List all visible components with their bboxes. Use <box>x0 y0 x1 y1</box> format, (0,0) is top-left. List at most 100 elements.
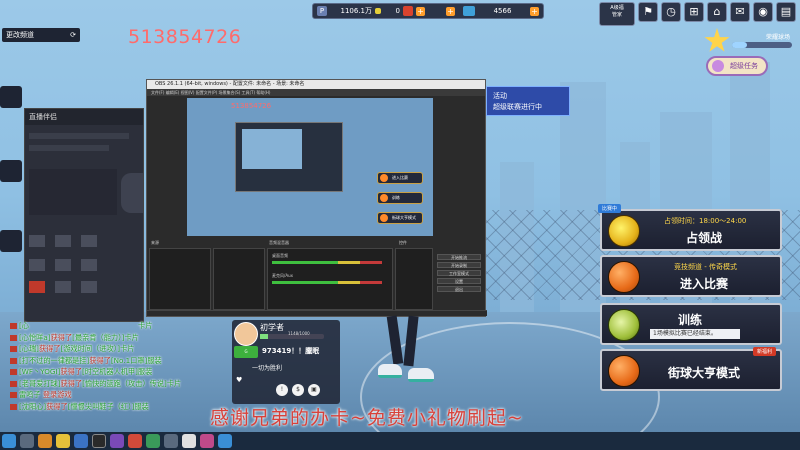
training-note: 1场模拟比赛已经结束。 <box>650 329 740 339</box>
xp-text: 1148/1000 <box>288 331 310 336</box>
event-banner[interactable]: 活动 超级联赛进行中 <box>486 86 570 116</box>
occupation-time: 占领时间：18:00～24:00 <box>664 217 747 225</box>
super-task-button[interactable]: 超级任务 <box>706 56 768 76</box>
taskbar-app-icon[interactable] <box>164 434 178 448</box>
bulb-icon[interactable]: ◉ <box>753 2 773 22</box>
street-tycoon-card[interactable]: 新福利 街球大亨模式 <box>600 347 782 391</box>
side-menu-icon[interactable] <box>0 160 22 182</box>
speaker-icon <box>10 392 17 398</box>
heart-icon <box>712 60 724 72</box>
like-icon[interactable]: ♥ <box>236 376 242 384</box>
tool-icon[interactable] <box>81 281 97 293</box>
start-icon[interactable] <box>2 434 16 448</box>
tool-icon[interactable] <box>81 259 97 271</box>
report-button[interactable]: $ <box>292 384 304 396</box>
side-menu-icon[interactable] <box>0 86 22 108</box>
new-welfare-tag: 新福利 <box>752 347 776 356</box>
add-c-button[interactable]: + <box>416 6 425 16</box>
gold-ball-icon <box>608 215 640 247</box>
taskbar-app-icon[interactable] <box>56 434 70 448</box>
obs-status-bar <box>147 310 487 316</box>
stream-caption: 感谢兄弟的办卡~免费小礼物刷起~ <box>210 407 524 429</box>
windows-taskbar <box>0 432 800 450</box>
currency-r: 4566 + <box>459 4 543 18</box>
enter-match-card[interactable]: 竞技频道 - 传奇模式 进入比赛 <box>600 255 782 297</box>
stats-button[interactable]: ▣ <box>308 384 320 396</box>
add-gem-button[interactable]: + <box>446 6 455 16</box>
chat-line: [心瑞]获得了[游戏时间（进攻）]卡片 <box>10 343 210 355</box>
camera-icon <box>121 173 143 213</box>
tool-icon[interactable] <box>29 235 45 247</box>
mail-icon[interactable]: ✉ <box>730 2 750 22</box>
avatar[interactable] <box>234 322 258 346</box>
tool-icon[interactable] <box>29 259 45 271</box>
player-profile[interactable]: 初学者 1148/1000 G 973419！！臘眠 一切为胜利 ♥ ! $ ▣ <box>232 320 340 404</box>
obs-start-record-button[interactable]: 开始录制 <box>437 262 481 268</box>
player-id: 973419！！臘眠 <box>262 347 320 355</box>
basketball-icon <box>608 355 640 387</box>
obs-start-stream-button[interactable]: 开始推流 <box>437 254 481 260</box>
occupation-war-card[interactable]: 比赛中 占领时间：18:00～24:00 占领战 <box>598 204 782 251</box>
obs-title: OBS 26.1.1 (64-bit, windows) - 配置文件: 未命名… <box>147 80 485 89</box>
butler-button[interactable]: A级福 管家 <box>599 2 635 26</box>
speaker-icon <box>10 346 17 352</box>
speaker-icon <box>10 334 17 341</box>
obs-sources-panel[interactable] <box>213 248 265 310</box>
taskbar-app-icon[interactable] <box>182 434 196 448</box>
r-coin-icon <box>403 6 413 16</box>
taskbar-app-icon[interactable] <box>110 434 124 448</box>
stream-assistant-window[interactable]: 直播伴侣 <box>24 108 144 322</box>
taskbar-app-icon[interactable] <box>38 434 52 448</box>
obs-window[interactable]: OBS 26.1.1 (64-bit, windows) - 配置文件: 未命名… <box>146 79 487 317</box>
taskbar-app-icon[interactable] <box>74 434 88 448</box>
taskbar-app-icon[interactable] <box>20 434 34 448</box>
speaker-icon <box>10 403 17 410</box>
gift-icon[interactable]: ⊞ <box>684 2 704 22</box>
chat-line: [WF丶YOGI]获得了[时空机器人机甲]服装 <box>10 366 210 378</box>
nested-preview-screen <box>242 129 302 169</box>
obs-exit-button[interactable]: 退出 <box>437 286 481 292</box>
mixer-meter <box>272 281 382 284</box>
event-text: 超级联赛进行中 <box>493 103 542 111</box>
chat-line: [老哥爱打球]获得了[愉快的篮跑（攻击）传说]卡片 <box>10 378 210 390</box>
occupation-war-title: 占领战 <box>686 231 723 245</box>
ranking-icon[interactable]: ⚑ <box>638 2 658 22</box>
ticket-icon <box>463 6 475 16</box>
settings-icon[interactable]: ▤ <box>776 2 796 22</box>
obs-mixer-panel[interactable]: 桌面音频 麦克风/Aux <box>267 248 393 310</box>
currency-c-value: 0 <box>395 7 400 15</box>
obs-preview: 513854726 进入比赛 训练 街球大亨模式 <box>187 98 433 236</box>
obs-transitions-panel[interactable] <box>395 248 433 310</box>
obs-studio-mode-button[interactable]: 工作室模式 <box>437 270 481 276</box>
obs-controls-label: 控件 <box>399 240 407 245</box>
alert-button[interactable]: ! <box>276 384 288 396</box>
add-ticket-button[interactable]: + <box>530 6 539 16</box>
mixer-meter <box>272 261 382 264</box>
tool-icon[interactable] <box>81 235 97 247</box>
shop-icon[interactable]: ⌂ <box>707 2 727 22</box>
training-card[interactable]: 训练 1场模拟比赛已经结束。 <box>600 303 782 345</box>
tool-icon[interactable] <box>55 235 71 247</box>
taskbar-app-icon[interactable] <box>128 434 142 448</box>
change-channel-button[interactable]: 更改频道 ⟳ <box>2 28 80 42</box>
taskbar-app-icon[interactable] <box>146 434 160 448</box>
preview-enter-match: 进入比赛 <box>377 172 423 184</box>
clock-icon[interactable]: ◷ <box>661 2 681 22</box>
event-title: 活动 <box>493 92 507 100</box>
currency-empty: + <box>429 4 459 18</box>
taskbar-app-icon[interactable] <box>218 434 232 448</box>
taskbar-app-icon[interactable] <box>92 434 106 448</box>
side-menu-icon[interactable] <box>0 230 22 252</box>
tool-icon[interactable] <box>55 281 71 293</box>
honor-court-panel[interactable]: 荣耀球场 超级任务 <box>702 26 798 84</box>
obs-scenes-panel[interactable] <box>149 248 211 310</box>
chat-line: [心怡咩a]获得了[最亲肯（能力）]卡片 <box>10 332 210 344</box>
obs-settings-button[interactable]: 设置 <box>437 278 481 284</box>
star-icon <box>704 28 730 52</box>
tool-icon[interactable] <box>55 259 71 271</box>
taskbar-app-icon[interactable] <box>200 434 214 448</box>
record-icon[interactable] <box>29 281 45 293</box>
obs-menu[interactable]: 文件(F) 编辑(E) 视图(V) 配置文件(P) 场景集合(S) 工具(T) … <box>147 89 485 96</box>
profile-actions: ! $ ▣ <box>276 384 320 396</box>
currency-r-value: 4566 <box>493 7 512 15</box>
